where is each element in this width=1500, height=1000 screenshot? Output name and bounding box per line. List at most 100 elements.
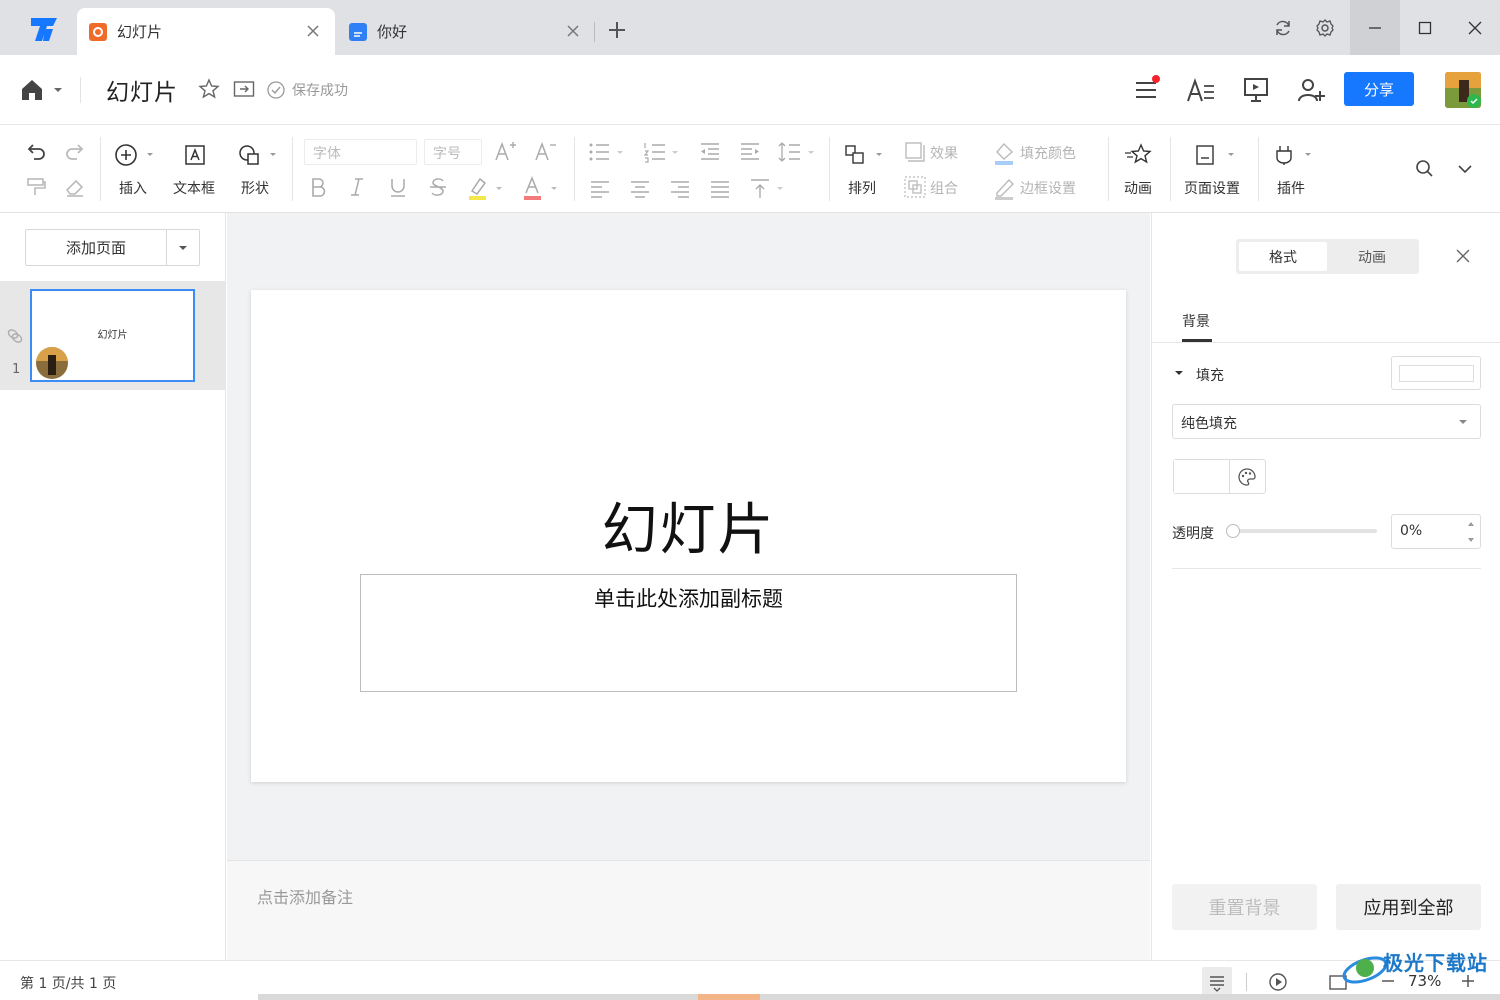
settings-gear-icon[interactable] <box>1300 0 1350 55</box>
italic-icon[interactable] <box>345 175 369 199</box>
underline-icon[interactable] <box>386 175 410 199</box>
align-left-icon[interactable] <box>588 177 612 201</box>
save-check-icon <box>266 80 286 100</box>
spinner-up-icon[interactable] <box>1465 518 1477 530</box>
decrease-indent-icon[interactable] <box>698 140 722 164</box>
close-icon[interactable] <box>565 23 581 39</box>
increase-indent-icon[interactable] <box>738 140 762 164</box>
shape-label[interactable]: 形状 <box>241 178 269 198</box>
document-title[interactable]: 幻灯片 <box>106 73 178 107</box>
strikethrough-icon[interactable] <box>426 175 450 199</box>
align-right-icon[interactable] <box>668 177 692 201</box>
tab-document[interactable]: 你好 <box>337 8 593 55</box>
animation-star-icon[interactable] <box>1124 143 1154 167</box>
user-avatar[interactable] <box>1445 72 1481 108</box>
eraser-icon[interactable] <box>63 175 87 199</box>
slide-thumbnail[interactable]: 幻灯片 <box>30 289 195 382</box>
insert-label[interactable]: 插入 <box>119 178 147 198</box>
insert-plus-icon[interactable] <box>114 143 154 167</box>
format-painter-icon[interactable] <box>24 175 48 199</box>
tab-format[interactable]: 格式 <box>1239 242 1327 271</box>
subtitle-placeholder[interactable]: 单击此处添加副标题 <box>360 574 1017 692</box>
slide-title[interactable]: 幻灯片 <box>251 485 1126 566</box>
transparency-slider-track[interactable] <box>1232 529 1377 533</box>
notes-area[interactable]: 点击添加备注 <box>227 860 1150 960</box>
group-icon[interactable] <box>903 175 927 199</box>
search-icon[interactable] <box>1413 157 1437 181</box>
decrease-font-icon[interactable] <box>534 139 558 163</box>
border-label[interactable]: 边框设置 <box>1020 178 1076 198</box>
fill-color-label[interactable]: 填充颜色 <box>1020 143 1076 163</box>
add-page-label[interactable]: 添加页面 <box>26 230 167 265</box>
plugin-label[interactable]: 插件 <box>1277 178 1305 198</box>
chevron-down-icon[interactable] <box>167 230 199 265</box>
fill-type-select[interactable]: 纯色填充 <box>1172 404 1481 439</box>
collapse-ribbon-icon[interactable] <box>1453 157 1477 181</box>
add-collaborator-icon[interactable] <box>1296 75 1326 105</box>
app-logo-icon[interactable] <box>28 14 60 44</box>
color-picker[interactable] <box>1173 459 1266 494</box>
bullet-list-icon[interactable] <box>588 140 628 164</box>
apply-to-all-button[interactable]: 应用到全部 <box>1336 884 1481 930</box>
vertical-align-icon[interactable] <box>748 177 788 201</box>
minimize-button[interactable] <box>1350 0 1400 55</box>
justify-icon[interactable] <box>708 177 732 201</box>
present-icon[interactable] <box>1241 75 1271 105</box>
transparency-input[interactable]: 0% <box>1391 514 1481 549</box>
group-label[interactable]: 组合 <box>930 178 958 198</box>
slide-thumbnail-row[interactable]: 1 幻灯片 <box>0 281 226 390</box>
align-center-icon[interactable] <box>628 177 652 201</box>
plugin-icon[interactable] <box>1272 143 1316 167</box>
close-icon[interactable] <box>305 23 321 39</box>
home-icon[interactable] <box>20 77 66 103</box>
text-style-icon[interactable] <box>1186 75 1216 105</box>
arrange-icon[interactable] <box>843 143 887 167</box>
font-family-select[interactable]: 字体 <box>304 139 417 165</box>
bold-icon[interactable] <box>306 175 330 199</box>
border-icon[interactable] <box>993 175 1017 200</box>
notes-placeholder[interactable]: 点击添加备注 <box>257 884 353 908</box>
highlight-icon[interactable] <box>466 175 506 200</box>
subtitle-text[interactable]: 单击此处添加副标题 <box>361 583 1016 613</box>
share-button[interactable]: 分享 <box>1344 72 1414 106</box>
textbox-label[interactable]: 文本框 <box>173 178 215 198</box>
new-tab-icon[interactable] <box>606 19 628 41</box>
page-setup-icon[interactable] <box>1193 143 1237 167</box>
arrange-label[interactable]: 排列 <box>848 178 876 198</box>
close-panel-icon[interactable] <box>1454 247 1472 265</box>
font-size-select[interactable]: 字号 <box>424 139 482 165</box>
font-color-icon[interactable] <box>521 175 561 200</box>
horizontal-scrollbar[interactable] <box>258 994 1500 1000</box>
page-setup-label[interactable]: 页面设置 <box>1184 178 1240 198</box>
menu-icon[interactable] <box>1131 75 1161 105</box>
maximize-button[interactable] <box>1400 0 1450 55</box>
redo-icon[interactable] <box>63 140 87 164</box>
close-window-button[interactable] <box>1450 0 1500 55</box>
animation-label[interactable]: 动画 <box>1124 178 1152 198</box>
effect-label[interactable]: 效果 <box>930 143 958 163</box>
play-icon[interactable] <box>1267 971 1289 993</box>
undo-icon[interactable] <box>24 140 48 164</box>
fill-color-swatch[interactable] <box>1391 356 1481 390</box>
slide[interactable]: 幻灯片 单击此处添加副标题 <box>251 290 1126 782</box>
effect-icon[interactable] <box>903 140 927 164</box>
move-to-folder-icon[interactable] <box>233 79 255 99</box>
palette-icon[interactable] <box>1237 467 1257 487</box>
numbered-list-icon[interactable] <box>643 140 683 164</box>
tab-animation[interactable]: 动画 <box>1328 242 1416 271</box>
background-section-tab[interactable]: 背景 <box>1182 311 1210 331</box>
line-spacing-icon[interactable] <box>778 140 818 164</box>
notes-toggle-icon[interactable] <box>1202 967 1232 997</box>
add-page-button[interactable]: 添加页面 <box>25 229 200 266</box>
collapse-triangle-icon[interactable] <box>1174 368 1184 378</box>
textbox-icon[interactable] <box>183 143 207 167</box>
spinner-down-icon[interactable] <box>1465 534 1477 546</box>
star-icon[interactable] <box>198 78 220 100</box>
shape-icon[interactable] <box>237 143 281 167</box>
increase-font-icon[interactable] <box>494 139 518 163</box>
scrollbar-thumb[interactable] <box>698 994 760 1000</box>
reset-background-button[interactable]: 重置背景 <box>1172 884 1317 930</box>
transparency-slider-handle[interactable] <box>1226 524 1240 538</box>
fill-color-icon[interactable] <box>993 140 1017 165</box>
tab-slides[interactable]: 幻灯片 <box>77 8 335 55</box>
